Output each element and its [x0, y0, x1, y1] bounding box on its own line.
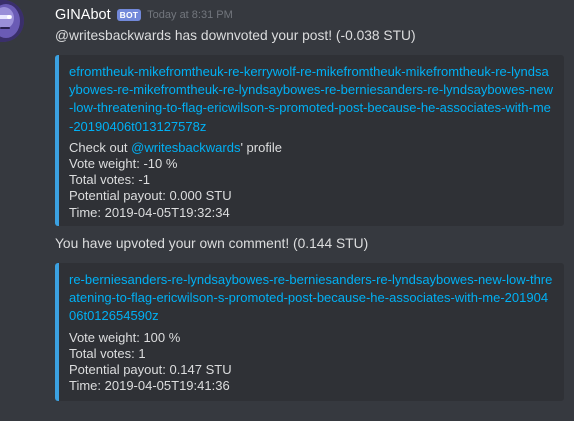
vote-weight: Vote weight: -10 %: [69, 156, 178, 172]
vote-time: Time: 2019-04-05T19:32:34: [69, 204, 230, 220]
upvote-notification-text: You have upvoted your own comment! (0.14…: [55, 236, 369, 251]
profile-suffix: ' profile: [240, 139, 282, 155]
profile-link[interactable]: @writesbackwards: [131, 140, 240, 155]
vote-weight: Vote weight: 100 %: [69, 329, 181, 345]
vote-time: Time: 2019-04-05T19:41:36: [69, 378, 230, 394]
bot-badge: BOT: [116, 9, 142, 21]
message-header: GINAbot BOT Today at 8:31 PM: [55, 5, 233, 25]
downvote-notification-text: @writesbackwards has downvoted your post…: [55, 28, 416, 43]
total-votes: Total votes: -1: [69, 172, 150, 188]
total-votes: Total votes: 1: [69, 345, 146, 361]
downvote-embed: efromtheuk-mikefromtheuk-re-kerrywolf-re…: [55, 55, 564, 226]
profile-prefix: Check out: [69, 139, 132, 155]
post-permlink[interactable]: efromtheuk-mikefromtheuk-re-kerrywolf-re…: [69, 63, 554, 136]
profile-line: Check out @writesbackwards' profile: [69, 140, 554, 156]
bot-avatar[interactable]: [0, 0, 24, 42]
upvote-embed: re-berniesanders-re-lyndsaybowes-re-bern…: [55, 263, 564, 401]
robot-face-avatar-icon: [0, 0, 24, 42]
chat-message-area: GINAbot BOT Today at 8:31 PM @writesback…: [0, 0, 574, 421]
username[interactable]: GINAbot: [55, 7, 111, 23]
potential-payout: Potential payout: 0.000 STU: [69, 188, 232, 204]
comment-permlink[interactable]: re-berniesanders-re-lyndsaybowes-re-bern…: [69, 271, 554, 326]
message-timestamp: Today at 8:31 PM: [147, 9, 233, 21]
potential-payout: Potential payout: 0.147 STU: [69, 362, 232, 378]
